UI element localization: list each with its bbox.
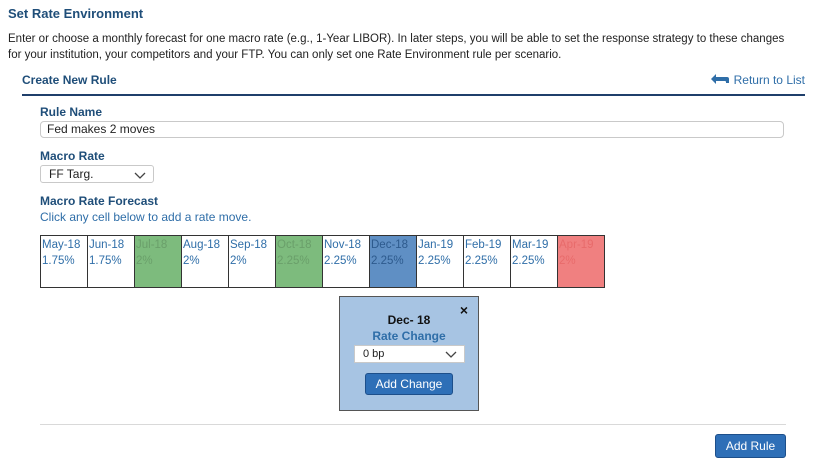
cell-rate: 2% [559,255,576,267]
cell-month: Feb-19 [465,239,502,251]
forecast-cell[interactable]: Apr-19 2% [558,236,605,287]
cell-rate: 2.25% [371,255,404,267]
cell-month: Jan-19 [418,239,454,251]
rate-change-select[interactable]: 0 bp [354,345,465,363]
popup-title: Dec- 18 [387,313,431,327]
macro-rate-label: Macro Rate [40,149,105,163]
cell-month: Nov-18 [324,239,362,251]
cell-month: Sep-18 [230,239,268,251]
cell-rate: 2% [183,255,200,267]
return-link-label: Return to List [733,73,805,87]
divider [40,424,786,425]
forecast-cell[interactable]: Nov-18 2.25% [323,236,370,287]
forecast-cell[interactable]: Oct-18 2.25% [276,236,323,287]
chevron-down-icon [134,169,146,183]
cell-month: Apr-19 [559,239,594,251]
forecast-cell[interactable]: Jun-18 1.75% [88,236,135,287]
cell-rate: 2.25% [324,255,357,267]
forecast-hint: Click any cell below to add a rate move. [40,210,252,224]
cell-rate: 2.25% [277,255,310,267]
return-arrow-icon [710,73,730,87]
cell-rate: 1.75% [42,255,75,267]
section-title: Create New Rule [22,73,117,87]
cell-month: Jul-18 [136,239,168,251]
rate-change-value: 0 bp [363,348,385,360]
add-rule-button[interactable]: Add Rule [715,434,786,458]
section-header: Create New Rule Return to List [22,70,805,96]
cell-rate: 2.25% [418,255,451,267]
cell-rate: 2.25% [465,255,498,267]
forecast-cell[interactable]: Mar-19 2.25% [511,236,558,287]
rate-change-popup: × Dec- 18 Rate Change 0 bp Add Change [339,296,479,411]
forecast-grid: May-18 1.75% Jun-18 1.75% Jul-18 2% Aug-18 2… [40,235,605,288]
macro-rate-select[interactable]: FF Targ. [40,165,154,183]
cell-rate: 2.25% [512,255,545,267]
cell-month: Oct-18 [277,239,312,251]
add-change-button[interactable]: Add Change [365,373,453,395]
forecast-cell[interactable]: Jan-19 2.25% [417,236,464,287]
forecast-cell[interactable]: Sep-18 2% [229,236,276,287]
cell-month: Jun-18 [89,239,125,251]
forecast-label: Macro Rate Forecast [40,194,159,208]
forecast-cell[interactable]: Aug-18 2% [182,236,229,287]
page-title: Set Rate Environment [8,6,144,21]
forecast-cell[interactable]: Jul-18 2% [135,236,182,287]
forecast-cell[interactable]: Feb-19 2.25% [464,236,511,287]
cell-month: Mar-19 [512,239,549,251]
chevron-down-icon [445,350,457,362]
popup-subtitle: Rate Change [372,329,446,343]
rule-name-label: Rule Name [40,105,103,119]
cell-rate: 2% [230,255,247,267]
rule-name-input[interactable]: Fed makes 2 moves [40,121,784,138]
cell-rate: 2% [136,255,153,267]
cell-rate: 1.75% [89,255,122,267]
intro-text: Enter or choose a monthly forecast for o… [8,33,785,61]
cell-month: May-18 [42,239,81,251]
cell-month: Aug-18 [183,239,221,251]
return-to-list-link[interactable]: Return to List [710,73,805,87]
cell-month: Dec-18 [371,239,409,251]
forecast-cell[interactable]: May-18 1.75% [41,236,88,287]
macro-rate-value: FF Targ. [49,167,94,181]
forecast-cell[interactable]: Dec-18 2.25% [370,236,417,287]
